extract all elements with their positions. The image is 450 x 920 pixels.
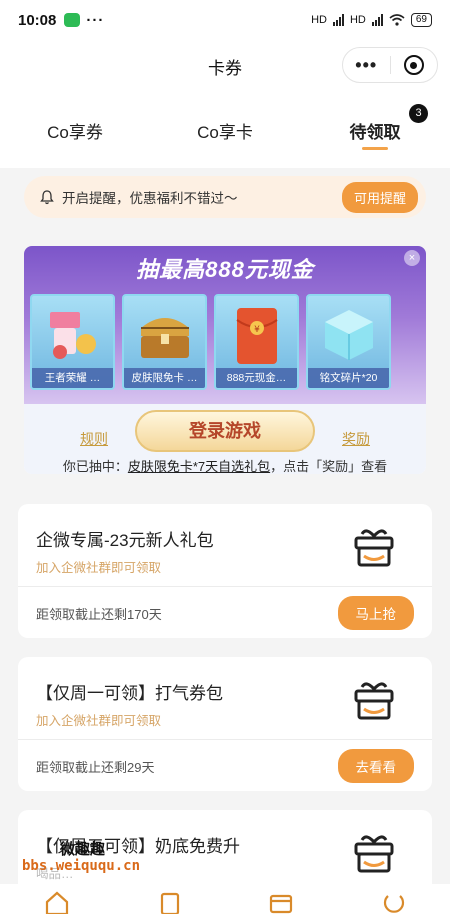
bell-icon (40, 189, 54, 204)
view-button[interactable]: 去看看 (337, 749, 414, 783)
coupon-card: 【仅周一可领】打气券包 加入企微社群即可领取 距领取截止还剩29天 去看看 (18, 657, 432, 791)
lottery-banner: 抽最高888元现金 × 王者荣耀 … 皮肤限免卡 … ¥ 888元现金… 铭文碎… (24, 246, 426, 474)
tab-label: 待领取 (349, 122, 401, 142)
close-program-button[interactable] (391, 55, 438, 75)
prize-label: 王者荣耀 … (32, 368, 113, 388)
profile-icon[interactable] (382, 890, 406, 914)
signal-icon (371, 14, 383, 26)
lottery-header: 抽最高888元现金 × 王者荣耀 … 皮肤限免卡 … ¥ 888元现金… 铭文碎… (24, 246, 426, 404)
grab-now-button[interactable]: 马上抢 (337, 596, 414, 630)
target-icon (403, 55, 424, 75)
coupon-deadline: 距领取截止还剩170天 (36, 606, 162, 622)
lottery-headline: 抽最高888元现金 (136, 257, 314, 282)
more-menu-button[interactable]: ••• (343, 55, 390, 76)
tab-to-claim[interactable]: 待领取 3 (300, 103, 450, 143)
prize-won-line: 你已抽中：皮肤限免卡*7天自选礼包，点击「奖励」查看 (0, 456, 450, 475)
network-label-1: HD (311, 14, 327, 26)
coupon-card: 企微专属-23元新人礼包 加入企微社群即可领取 距领取截止还剩170天 马上抢 (18, 504, 432, 638)
status-bar: 10:08 ··· HD HD 69 (0, 0, 450, 40)
won-prefix: 你已抽中： (62, 459, 128, 474)
svg-text:¥: ¥ (254, 325, 260, 335)
gift-box-icon (354, 682, 394, 720)
coupon-tabs: Co享券 Co享卡 待领取 3 (0, 92, 450, 168)
coupon-info: 企微专属-23元新人礼包 加入企微社群即可领取 (18, 504, 432, 586)
login-game-button[interactable]: 登录游戏 (135, 410, 315, 452)
won-item[interactable]: 皮肤限免卡*7天自选礼包 (128, 459, 270, 474)
nav-bar: 卡券 ••• (0, 40, 450, 92)
enable-reminder-button[interactable]: 可用提醒 (341, 181, 418, 213)
prize-card[interactable]: ¥ 888元现金… (214, 294, 299, 390)
reminder-bar: 开启提醒，优惠福利不错过～ 可用提醒 (24, 176, 426, 218)
rewards-link[interactable]: 奖励 (342, 429, 370, 449)
coupon-deadline: 距领取截止还剩29天 (36, 759, 155, 775)
prize-list: 王者荣耀 … 皮肤限免卡 … ¥ 888元现金… 铭文碎片*20 (30, 294, 391, 390)
prize-card[interactable]: 皮肤限免卡 … (122, 294, 207, 390)
gift-box-icon (354, 529, 394, 567)
home-icon[interactable] (44, 890, 70, 914)
coupon-footer: 距领取截止还剩29天 去看看 (18, 740, 432, 792)
crystal-cube-icon (324, 310, 373, 360)
close-banner-button[interactable]: × (404, 250, 420, 266)
watermark-url: bbs.weiququ.cn (22, 858, 141, 874)
tab-label: Co享券 (47, 122, 103, 142)
watermark-logo-text: 微趣趣 (60, 840, 106, 858)
bottom-tab-bar (0, 884, 450, 920)
gift-box-icon (354, 835, 394, 873)
status-dots: ··· (86, 11, 105, 29)
treasure-chest-icon (140, 318, 189, 358)
prize-label: 888元现金… (216, 368, 297, 388)
tab-label: Co享卡 (197, 122, 253, 142)
coupon-wallet-icon[interactable] (269, 890, 293, 914)
drink-cup-icon (49, 312, 96, 359)
signal-icon (332, 14, 344, 26)
prize-label: 皮肤限免卡 … (124, 368, 205, 388)
mini-program-capsule: ••• (342, 47, 438, 83)
wifi-icon (389, 14, 405, 26)
reminder-text: 开启提醒，优惠福利不错过～ (62, 191, 238, 206)
order-icon[interactable] (159, 890, 181, 914)
tab-cards[interactable]: Co享卡 (150, 118, 300, 143)
count-badge: 3 (409, 103, 428, 123)
page-title: 卡券 (208, 58, 242, 78)
status-indicators: HD HD 69 (311, 13, 432, 27)
coupon-footer: 距领取截止还剩170天 马上抢 (18, 587, 432, 639)
red-envelope-icon: ¥ (235, 308, 278, 364)
prize-label: 铭文碎片*20 (308, 368, 389, 388)
tab-coupons[interactable]: Co享券 (0, 118, 150, 143)
network-label-2: HD (349, 14, 366, 26)
coupon-info: 【仅周一可领】打气券包 加入企微社群即可领取 (18, 657, 432, 739)
battery-icon: 69 (410, 13, 432, 27)
status-time: 10:08 (18, 11, 57, 29)
prize-card[interactable]: 铭文碎片*20 (306, 294, 391, 390)
wechat-icon (64, 13, 81, 27)
won-suffix: ，点击「奖励」查看 (270, 459, 388, 474)
rules-link[interactable]: 规则 (80, 429, 108, 449)
prize-card[interactable]: 王者荣耀 … (30, 294, 115, 390)
watermark: 微趣趣 bbs.weiququ.cn (22, 840, 141, 874)
